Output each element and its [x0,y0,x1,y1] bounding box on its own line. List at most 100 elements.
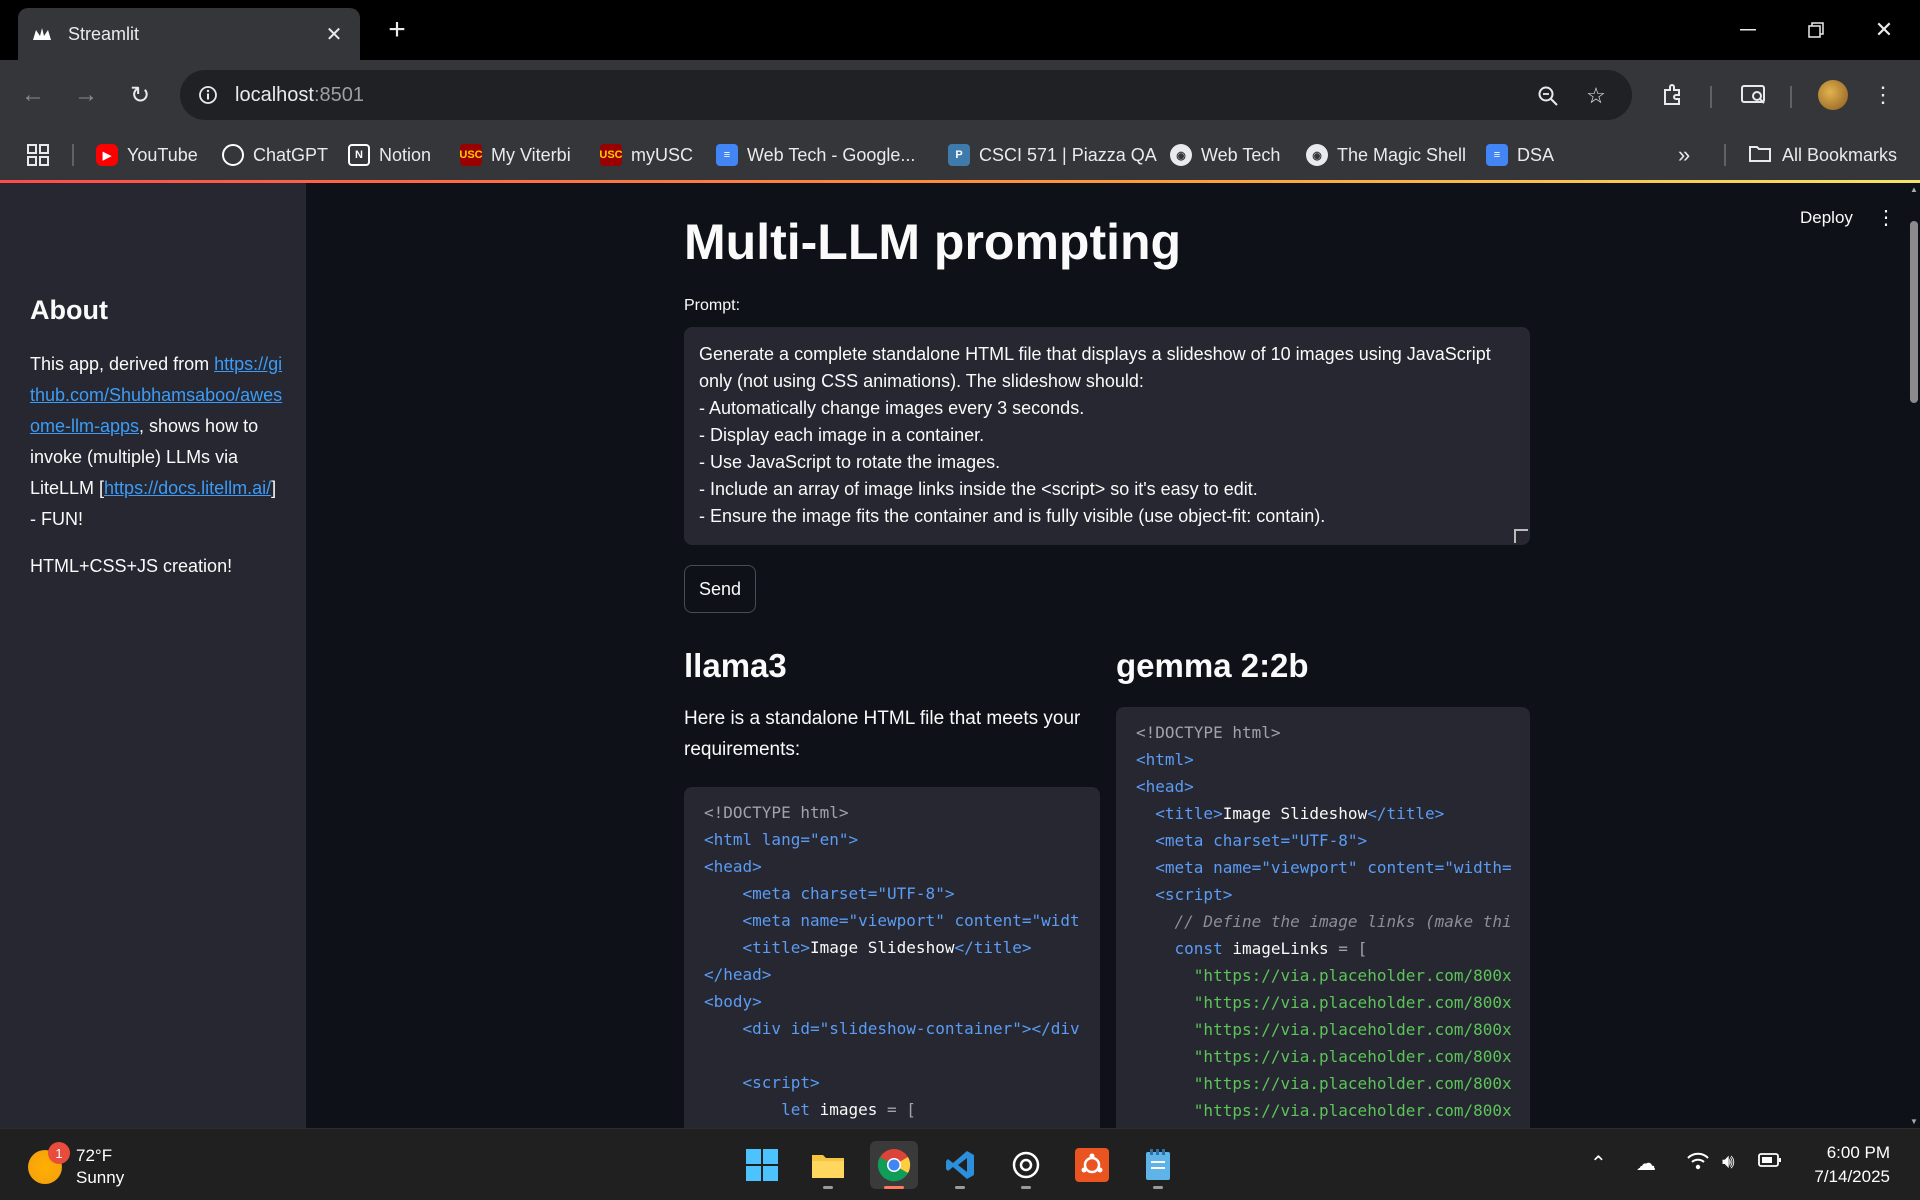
close-icon[interactable]: ✕ [322,22,346,47]
vscode-icon[interactable] [936,1141,984,1189]
page-title: Multi-LLM prompting [684,214,1182,270]
close-window-icon[interactable]: ✕ [1864,10,1904,50]
code-token: = [ [1338,939,1368,958]
wifi-icon[interactable] [1686,1151,1710,1177]
minimize-icon[interactable] [1728,10,1768,50]
bookmarks-divider [72,144,74,166]
sidebar-note: HTML+CSS+JS creation! [30,556,233,576]
bookmark-star-icon[interactable]: ☆ [1582,82,1610,110]
usc-icon: USC [459,144,483,166]
bookmark-myusc[interactable]: USC myUSC [599,130,693,180]
code-line: "https://via.placeholder.com/800x [1136,962,1512,989]
bookmark-youtube[interactable]: ▶ YouTube [96,130,198,180]
scroll-down-icon[interactable]: ▼ [1910,1117,1918,1126]
site-info-icon[interactable] [192,79,224,111]
ubuntu-icon[interactable] [1068,1141,1116,1189]
code-token: <script> [1136,885,1233,904]
code-line: "https://via.placeholder.com/800x [1136,1070,1512,1097]
system-clock[interactable]: 6:00 PM 7/14/2025 [1790,1141,1890,1189]
url-text[interactable]: localhost:8501 [235,84,364,107]
code-token: <html [704,830,762,849]
prompt-label: Prompt: [684,297,741,314]
avatar[interactable] [1814,76,1852,114]
bookmark-web-tech[interactable]: ◉ Web Tech [1170,130,1280,180]
apps-icon[interactable] [26,130,50,180]
code-line: let images = [ [704,1096,1080,1123]
notepad-icon[interactable] [1134,1141,1182,1189]
streamlit-icon [32,24,52,44]
back-icon[interactable]: ← [14,76,52,114]
chevron-up-icon[interactable]: ⌃ [1590,1151,1607,1176]
browser-tab[interactable]: Streamlit ✕ [18,8,360,60]
bookmark-notion[interactable]: N Notion [348,130,431,180]
weather-widget[interactable]: 1 72°F Sunny [28,1142,124,1189]
code-token: <!DOCTYPE html> [704,803,849,822]
cast-icon[interactable] [1734,76,1772,114]
sidebar-description: This app, derived from https://github.co… [30,354,283,529]
toolbar-divider [1710,86,1712,108]
code-line: <title>Image Slideshow</title> [1136,800,1510,827]
code-line: <!DOCTYPE html> [704,799,1080,826]
forward-icon[interactable]: → [67,76,105,114]
code-line: "https://via.placeholder.com/800x [1136,1016,1512,1043]
app-menu-icon[interactable]: ⋮ [1876,205,1896,230]
bookmark-piazza[interactable]: P CSCI 571 | Piazza QA [948,130,1157,180]
notion-icon: N [348,144,370,166]
code-token: const [1174,939,1223,958]
windows-start-icon[interactable] [738,1141,786,1189]
chatgpt-app-icon[interactable] [1002,1141,1050,1189]
code-token: "https://via.placeholder.com/800x [1136,1047,1512,1066]
page-scrollbar[interactable]: ▲ ▼ [1908,183,1920,1128]
bookmark-chatgpt[interactable]: ChatGPT [222,130,328,180]
onedrive-icon[interactable]: ☁ [1636,1151,1656,1176]
code-token: <meta name="viewport" content="widt [704,911,1080,930]
llama3-code-block: <!DOCTYPE html> <html lang="en"> <head> <m… [684,787,1100,1128]
code-token: </head> [704,965,772,984]
code-token: <title> [1136,804,1223,823]
code-token: = [ [887,1100,916,1119]
code-token: "https://via.placeholder.com/800x [1136,993,1512,1012]
zoom-icon[interactable] [1534,82,1562,110]
main-content: Deploy ⋮ Multi-LLM prompting Prompt: Gen… [306,183,1908,1128]
code-line: <title>Image Slideshow</title> [704,934,1080,961]
globe-icon: ◉ [1170,144,1192,166]
browser-menu-icon[interactable]: ⋮ [1864,76,1902,114]
reload-icon[interactable]: ↻ [121,76,159,114]
battery-icon[interactable] [1758,1151,1782,1174]
sidebar-title: About [30,295,108,325]
bookmark-web-tech-google[interactable]: ≡ Web Tech - Google... [716,130,915,180]
extensions-icon[interactable] [1654,76,1692,114]
usc-icon: USC [599,144,623,166]
code-line: <meta name="viewport" content="widt [704,907,1080,934]
code-token: </title> [1367,804,1445,823]
prompt-textarea[interactable]: Generate a complete standalone HTML file… [684,327,1530,545]
new-tab-button[interactable]: + [382,12,412,48]
restore-icon[interactable] [1796,10,1836,50]
gemma-code-block: <!DOCTYPE html> <html> <head> <title>Image… [1116,707,1530,1128]
folder-icon [1748,143,1772,168]
litellm-link[interactable]: https://docs.litellm.ai/ [104,478,271,498]
chrome-icon[interactable] [870,1141,918,1189]
model-heading-llama3: llama3 [684,647,787,684]
file-explorer-icon[interactable] [804,1141,852,1189]
bookmark-magic-shell[interactable]: ◉ The Magic Shell [1306,130,1466,180]
sun-icon: 1 [28,1142,70,1184]
bookmark-my-viterbi[interactable]: USC My Viterbi [459,130,571,180]
scrollbar-thumb[interactable] [1910,221,1918,403]
deploy-button[interactable]: Deploy [1800,208,1853,228]
address-bar[interactable]: localhost:8501 ☆ [180,70,1632,120]
code-line: "https://via.placeholder.com/800x [1136,1043,1512,1070]
model-heading-gemma: gemma 2:2b [1116,647,1309,684]
send-button[interactable]: Send [684,565,756,613]
more-bookmarks-icon[interactable]: » [1678,130,1690,180]
bookmark-dsa[interactable]: ≡ DSA [1486,130,1554,180]
all-bookmarks[interactable]: All Bookmarks [1748,130,1897,180]
bookmarks-bar: ▶ YouTube ChatGPT N Notion USC My Viterbi U… [0,130,1920,180]
resize-handle-icon[interactable] [1514,529,1528,543]
scroll-up-icon[interactable]: ▲ [1910,185,1918,194]
volume-icon[interactable]: 🔊︎ [1722,1151,1735,1174]
llama3-response-text: Here is a standalone HTML file that meet… [684,708,1081,760]
browser-toolbar: ← → ↻ localhost:8501 ☆ ⋮ [0,60,1920,130]
